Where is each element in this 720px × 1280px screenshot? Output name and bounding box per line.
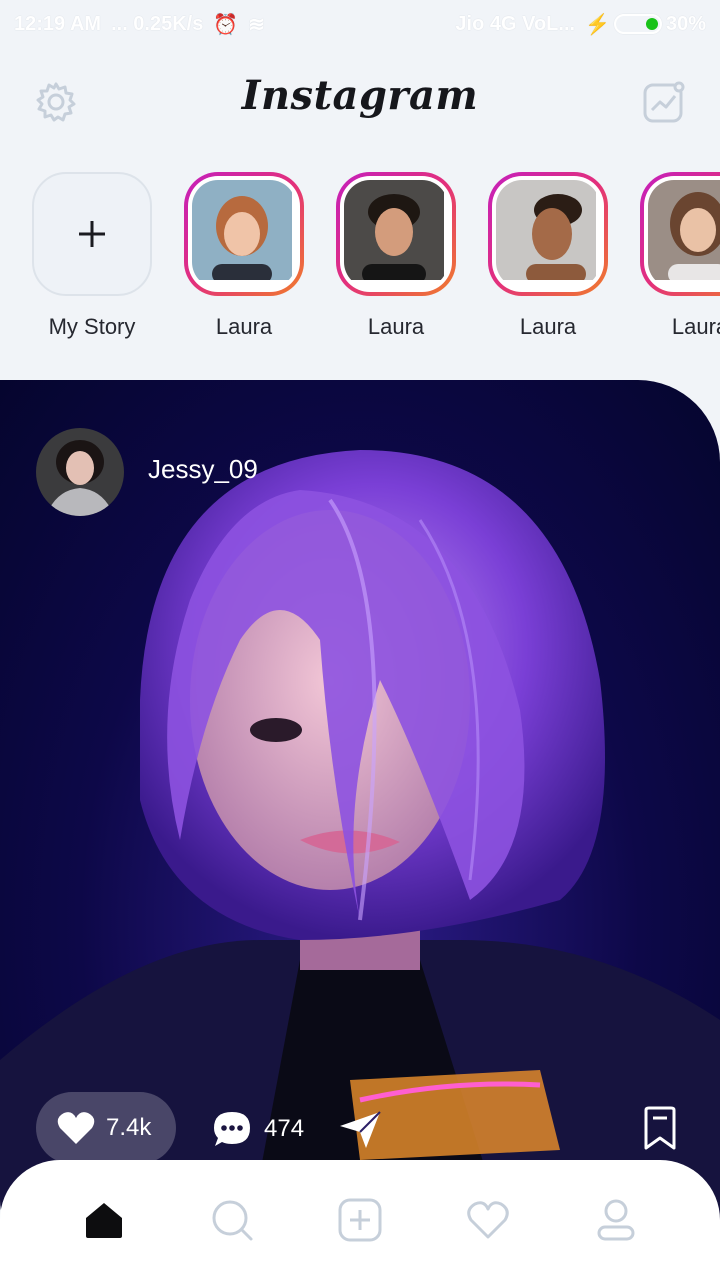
alarm-icon: ⏰ (213, 13, 239, 36)
my-story[interactable]: My Story (32, 172, 152, 342)
battery-indicator: ⚡ 30% (585, 12, 706, 37)
charging-icon: ⚡ (585, 13, 610, 36)
heart-icon (57, 1112, 95, 1144)
stories-row: My Story Laura Laura Laura Laura (0, 172, 720, 352)
comment-count: 474 (264, 1115, 305, 1142)
story-avatar (192, 180, 296, 288)
author-username[interactable]: Jessy_09 (148, 454, 258, 485)
network-speed: ... 0.25K/s (111, 12, 204, 35)
story-item[interactable]: Laura (640, 172, 720, 342)
story-item[interactable]: Laura (184, 172, 304, 342)
carrier-label: Jio 4G VoL... (455, 12, 576, 35)
activity-heart-icon (467, 1201, 509, 1239)
bookmark-icon[interactable] (642, 1106, 678, 1150)
bottom-tab-bar (0, 1160, 720, 1280)
tab-search[interactable] (208, 1196, 256, 1244)
status-bar: 12:19 AM ... 0.25K/s ⏰ ≋ Jio 4G VoL... ⚡… (0, 0, 720, 48)
app-logo: Instagram (241, 72, 479, 119)
tab-profile[interactable] (592, 1196, 640, 1244)
battery-percent: 30% (665, 12, 706, 35)
story-label: My Story (48, 314, 136, 339)
like-count: 7.4k (106, 1114, 152, 1141)
story-avatar (496, 180, 600, 288)
profile-icon (597, 1199, 635, 1241)
tab-add-post[interactable] (336, 1196, 384, 1244)
story-item[interactable]: Laura (488, 172, 608, 342)
tab-activity[interactable] (464, 1196, 512, 1244)
comment-button[interactable]: 474 (212, 1110, 304, 1148)
plus-icon (79, 221, 105, 247)
story-item[interactable]: Laura (336, 172, 456, 342)
author-avatar[interactable] (36, 428, 124, 516)
add-story-button[interactable] (32, 172, 152, 296)
add-post-icon (338, 1198, 382, 1242)
app-header: Instagram (0, 58, 720, 148)
story-avatar (648, 180, 720, 288)
story-label: Laura (671, 314, 720, 339)
status-time: 12:19 AM (14, 12, 102, 35)
home-icon (86, 1203, 122, 1238)
story-avatar (344, 180, 448, 288)
tab-home[interactable] (80, 1196, 128, 1244)
search-icon (212, 1200, 253, 1241)
post-card[interactable]: Jessy_09 7.4k 474 (0, 380, 720, 1280)
comment-icon (214, 1112, 250, 1146)
story-label: Laura (215, 314, 273, 339)
trend-chart-icon[interactable] (642, 80, 686, 124)
story-label: Laura (519, 314, 577, 339)
send-icon[interactable] (338, 1110, 382, 1150)
wifi-icon: ≋ (248, 13, 266, 36)
story-label: Laura (367, 314, 425, 339)
like-button[interactable]: 7.4k (36, 1092, 176, 1164)
